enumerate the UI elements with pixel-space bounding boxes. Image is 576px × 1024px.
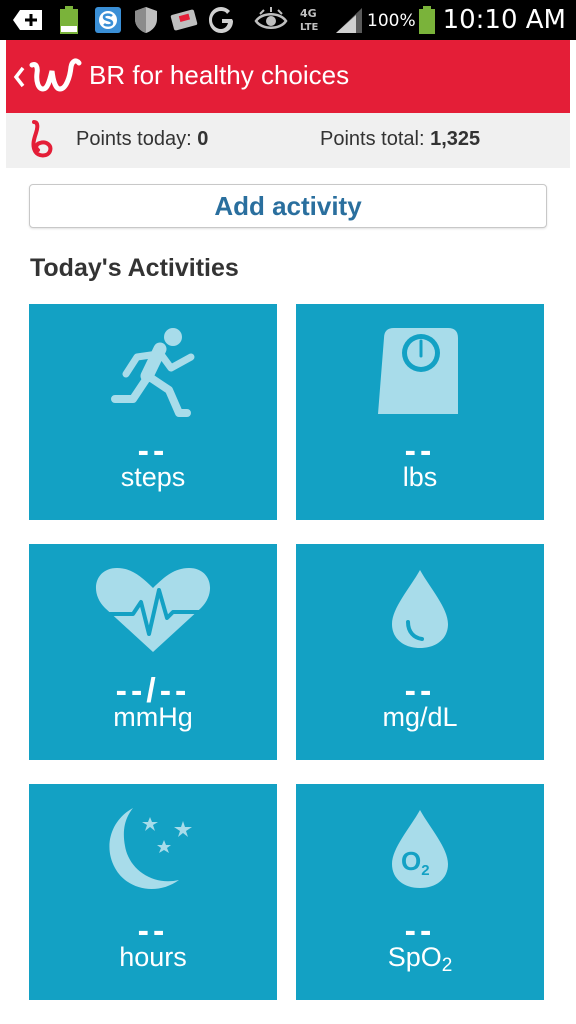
activity-tile-oxygen[interactable]: O2 -- SpO2	[296, 784, 544, 1000]
add-activity-button[interactable]: Add activity	[29, 184, 547, 228]
back-chevron-icon[interactable]	[12, 62, 26, 92]
activity-tile-blood-pressure[interactable]: --/-- mmHg	[29, 544, 277, 760]
balance-rewards-logo-icon	[31, 120, 53, 158]
running-person-icon	[111, 328, 195, 417]
app-bar: BR for healthy choices	[6, 40, 570, 113]
status-bar: 4G LTE 100% 10:10 AM	[0, 0, 576, 40]
points-total: Points total: 1,325	[320, 128, 481, 150]
page-title: BR for healthy choices	[89, 60, 350, 90]
drop-icon	[392, 570, 448, 648]
activity-tile-sleep[interactable]: -- hours	[29, 784, 277, 1000]
moon-stars-icon	[109, 808, 192, 890]
card-icon	[170, 9, 198, 31]
oxygen-unit: SpO2	[387, 942, 453, 976]
oxygen-drop-icon: O2	[392, 810, 448, 888]
signal-icon	[336, 8, 362, 33]
shield-icon	[135, 7, 157, 33]
glucose-unit: mg/dL	[382, 702, 458, 732]
battery-percent: 100%	[367, 11, 416, 31]
battery-level-icon	[60, 6, 78, 34]
section-title: Today's Activities	[30, 254, 239, 282]
activity-tile-steps[interactable]: -- steps	[29, 304, 277, 520]
activity-tile-weight[interactable]: -- lbs	[296, 304, 544, 520]
blood-pressure-unit: mmHg	[113, 702, 193, 732]
activity-tile-glucose[interactable]: -- mg/dL	[296, 544, 544, 760]
steps-unit: steps	[120, 462, 186, 492]
eye-icon	[254, 7, 288, 29]
skype-icon	[95, 7, 121, 33]
heart-pulse-icon	[95, 568, 211, 652]
weight-unit: lbs	[402, 462, 438, 492]
points-bar: Points today: 0 Points total: 1,325	[6, 113, 570, 168]
svg-text:LTE: LTE	[300, 22, 319, 33]
points-today: Points today: 0	[76, 128, 209, 150]
add-icon	[13, 10, 42, 30]
network-4g-icon: 4G LTE	[300, 7, 319, 33]
battery-icon	[419, 6, 435, 34]
svg-text:4G: 4G	[300, 7, 317, 20]
scale-icon	[378, 328, 458, 414]
sleep-unit: hours	[119, 942, 187, 972]
walgreens-logo-icon[interactable]	[26, 55, 82, 99]
google-icon	[209, 7, 233, 33]
clock: 10:10 AM	[442, 5, 566, 35]
